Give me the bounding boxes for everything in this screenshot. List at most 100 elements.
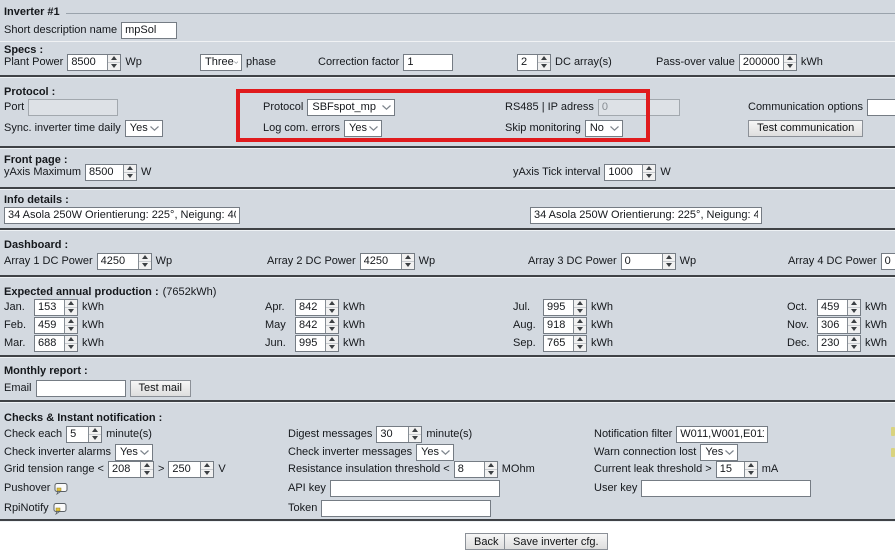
notification-filter-input[interactable] bbox=[676, 426, 768, 443]
spin-up-icon[interactable] bbox=[402, 254, 414, 261]
pushover-help-icon[interactable] bbox=[54, 482, 69, 495]
spin-up-icon[interactable] bbox=[409, 427, 421, 434]
leak-input[interactable] bbox=[717, 462, 744, 477]
spin-up-icon[interactable] bbox=[326, 336, 338, 343]
resistance-input[interactable] bbox=[455, 462, 484, 477]
spin-down-icon[interactable] bbox=[848, 307, 860, 315]
protocol-select[interactable]: SBFspot_mp bbox=[307, 99, 395, 116]
spin-down-icon[interactable] bbox=[326, 325, 338, 333]
month-nov-input[interactable] bbox=[818, 318, 847, 333]
month-sep-spinner[interactable] bbox=[543, 335, 587, 352]
month-feb-input[interactable] bbox=[35, 318, 64, 333]
spin-up-icon[interactable] bbox=[643, 165, 655, 172]
digest-input[interactable] bbox=[377, 427, 408, 442]
sync-time-select[interactable]: Yes bbox=[125, 120, 163, 137]
spin-up-icon[interactable] bbox=[745, 462, 757, 469]
inverter-messages-select[interactable]: Yes bbox=[416, 444, 454, 461]
spin-up-icon[interactable] bbox=[139, 254, 151, 261]
token-input[interactable] bbox=[321, 500, 491, 517]
short-desc-input[interactable] bbox=[121, 22, 177, 39]
spin-up-icon[interactable] bbox=[538, 55, 550, 62]
spin-down-icon[interactable] bbox=[409, 434, 421, 442]
month-mar-spinner[interactable] bbox=[34, 335, 78, 352]
info-details-input-1[interactable] bbox=[4, 207, 240, 224]
month-aug-spinner[interactable] bbox=[543, 317, 587, 334]
month-nov-spinner[interactable] bbox=[817, 317, 861, 334]
rpinotify-help-icon[interactable] bbox=[53, 502, 68, 515]
spin-up-icon[interactable] bbox=[326, 300, 338, 307]
month-jun-spinner[interactable] bbox=[295, 335, 339, 352]
plant-power-spinner[interactable] bbox=[67, 54, 121, 71]
spin-down-icon[interactable] bbox=[538, 62, 550, 70]
spin-down-icon[interactable] bbox=[745, 469, 757, 477]
spin-up-icon[interactable] bbox=[574, 318, 586, 325]
month-jan-input[interactable] bbox=[35, 300, 64, 315]
grid-low-input[interactable] bbox=[109, 462, 140, 477]
yaxis-max-spinner[interactable] bbox=[85, 164, 137, 181]
array3-input[interactable] bbox=[622, 254, 662, 269]
month-oct-spinner[interactable] bbox=[817, 299, 861, 316]
month-may-input[interactable] bbox=[296, 318, 325, 333]
array3-spinner[interactable] bbox=[621, 253, 676, 270]
comm-options-input[interactable] bbox=[867, 99, 895, 116]
info-details-input-2[interactable] bbox=[530, 207, 762, 224]
yaxis-tick-input[interactable] bbox=[605, 165, 642, 180]
spin-up-icon[interactable] bbox=[784, 55, 796, 62]
spin-down-icon[interactable] bbox=[643, 172, 655, 180]
spin-down-icon[interactable] bbox=[574, 325, 586, 333]
dc-arrays-spinner[interactable] bbox=[517, 54, 551, 71]
spin-up-icon[interactable] bbox=[663, 254, 675, 261]
month-oct-input[interactable] bbox=[818, 300, 847, 315]
grid-low-spinner[interactable] bbox=[108, 461, 154, 478]
spin-down-icon[interactable] bbox=[784, 62, 796, 70]
spin-down-icon[interactable] bbox=[201, 469, 213, 477]
grid-high-input[interactable] bbox=[169, 462, 200, 477]
spin-down-icon[interactable] bbox=[574, 343, 586, 351]
leak-spinner[interactable] bbox=[716, 461, 758, 478]
correction-factor-input[interactable] bbox=[403, 54, 453, 71]
month-may-spinner[interactable] bbox=[295, 317, 339, 334]
dc-arrays-input[interactable] bbox=[518, 55, 537, 70]
spin-down-icon[interactable] bbox=[574, 307, 586, 315]
test-communication-button[interactable]: Test communication bbox=[748, 120, 863, 137]
spin-down-icon[interactable] bbox=[124, 172, 136, 180]
spin-up-icon[interactable] bbox=[574, 300, 586, 307]
spin-up-icon[interactable] bbox=[848, 318, 860, 325]
spin-up-icon[interactable] bbox=[65, 318, 77, 325]
array2-input[interactable] bbox=[361, 254, 401, 269]
check-each-spinner[interactable] bbox=[66, 426, 102, 443]
month-feb-spinner[interactable] bbox=[34, 317, 78, 334]
spin-up-icon[interactable] bbox=[141, 462, 153, 469]
month-mar-input[interactable] bbox=[35, 336, 64, 351]
array4-input[interactable] bbox=[882, 254, 895, 269]
spin-up-icon[interactable] bbox=[65, 300, 77, 307]
digest-spinner[interactable] bbox=[376, 426, 422, 443]
spin-down-icon[interactable] bbox=[65, 325, 77, 333]
test-mail-button[interactable]: Test mail bbox=[130, 380, 191, 397]
month-aug-input[interactable] bbox=[544, 318, 573, 333]
spin-up-icon[interactable] bbox=[485, 462, 497, 469]
check-each-input[interactable] bbox=[67, 427, 88, 442]
passover-spinner[interactable] bbox=[739, 54, 797, 71]
array4-spinner[interactable] bbox=[881, 253, 895, 270]
array1-spinner[interactable] bbox=[97, 253, 152, 270]
spin-up-icon[interactable] bbox=[848, 336, 860, 343]
save-inverter-button[interactable]: Save inverter cfg. bbox=[504, 533, 608, 550]
warn-connection-select[interactable]: Yes bbox=[700, 444, 738, 461]
month-sep-input[interactable] bbox=[544, 336, 573, 351]
spin-down-icon[interactable] bbox=[326, 343, 338, 351]
spin-down-icon[interactable] bbox=[485, 469, 497, 477]
yaxis-tick-spinner[interactable] bbox=[604, 164, 656, 181]
month-dec-spinner[interactable] bbox=[817, 335, 861, 352]
spin-up-icon[interactable] bbox=[201, 462, 213, 469]
spin-up-icon[interactable] bbox=[574, 336, 586, 343]
plant-power-input[interactable] bbox=[68, 55, 107, 70]
phase-select[interactable]: Three bbox=[200, 54, 242, 71]
spin-down-icon[interactable] bbox=[65, 343, 77, 351]
spin-down-icon[interactable] bbox=[848, 325, 860, 333]
inverter-alarms-select[interactable]: Yes bbox=[115, 444, 153, 461]
array1-input[interactable] bbox=[98, 254, 138, 269]
user-key-input[interactable] bbox=[641, 480, 811, 497]
spin-up-icon[interactable] bbox=[108, 55, 120, 62]
month-apr-input[interactable] bbox=[296, 300, 325, 315]
